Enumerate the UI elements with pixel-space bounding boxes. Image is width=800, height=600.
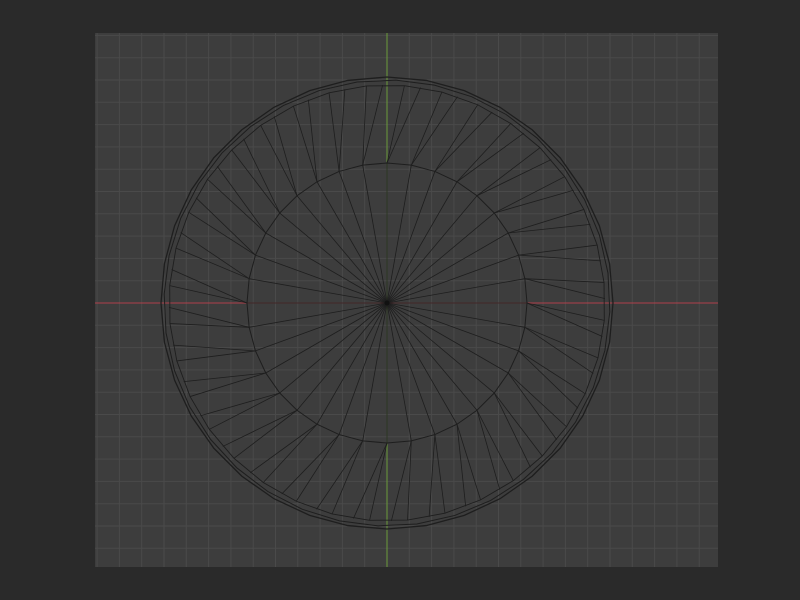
ring-edge <box>200 392 280 417</box>
ring-edge <box>353 442 388 519</box>
ring-edge <box>295 434 340 502</box>
ring-edge <box>494 189 574 214</box>
ring-edge <box>456 123 512 183</box>
ring-edge <box>216 166 267 234</box>
ring-edge <box>250 423 318 474</box>
ring-edge <box>231 149 281 214</box>
ring-edge <box>262 423 318 483</box>
ring-edge <box>176 350 256 362</box>
ring-edge <box>526 302 603 337</box>
ring-edge <box>493 392 531 468</box>
ring-edge <box>524 326 599 359</box>
ring-edge <box>189 372 266 397</box>
ring-edge <box>476 147 541 197</box>
ring-edge <box>476 159 552 197</box>
application-window <box>0 0 800 600</box>
ring-edge <box>222 409 298 447</box>
ring-edge <box>233 409 298 459</box>
viewport-grid <box>95 33 718 567</box>
ring-edge <box>456 132 524 183</box>
ring-edge <box>518 350 586 395</box>
ring-edge <box>508 209 585 234</box>
ring-edge <box>434 104 479 172</box>
3d-viewport[interactable] <box>95 33 718 567</box>
ring-edge <box>493 392 543 457</box>
ring-edge <box>410 91 443 166</box>
ring-edge <box>188 211 256 256</box>
ring-edge <box>507 372 567 428</box>
ring-edge <box>273 116 298 196</box>
ring-edge <box>293 105 318 182</box>
ring-edge <box>476 410 501 490</box>
ring-edge <box>331 440 364 515</box>
ring-edge <box>518 244 598 256</box>
ring-edge <box>434 434 446 514</box>
ring-edge <box>171 269 248 304</box>
ring-edge <box>386 87 421 164</box>
center-vertex <box>384 300 390 306</box>
ring-edge <box>328 92 340 172</box>
ring-edge <box>456 424 481 501</box>
viewport-canvas[interactable] <box>95 33 718 567</box>
ring-edge <box>207 178 267 234</box>
ring-edge <box>175 247 250 280</box>
ring-edge <box>243 138 281 214</box>
ring-edge <box>507 372 558 440</box>
